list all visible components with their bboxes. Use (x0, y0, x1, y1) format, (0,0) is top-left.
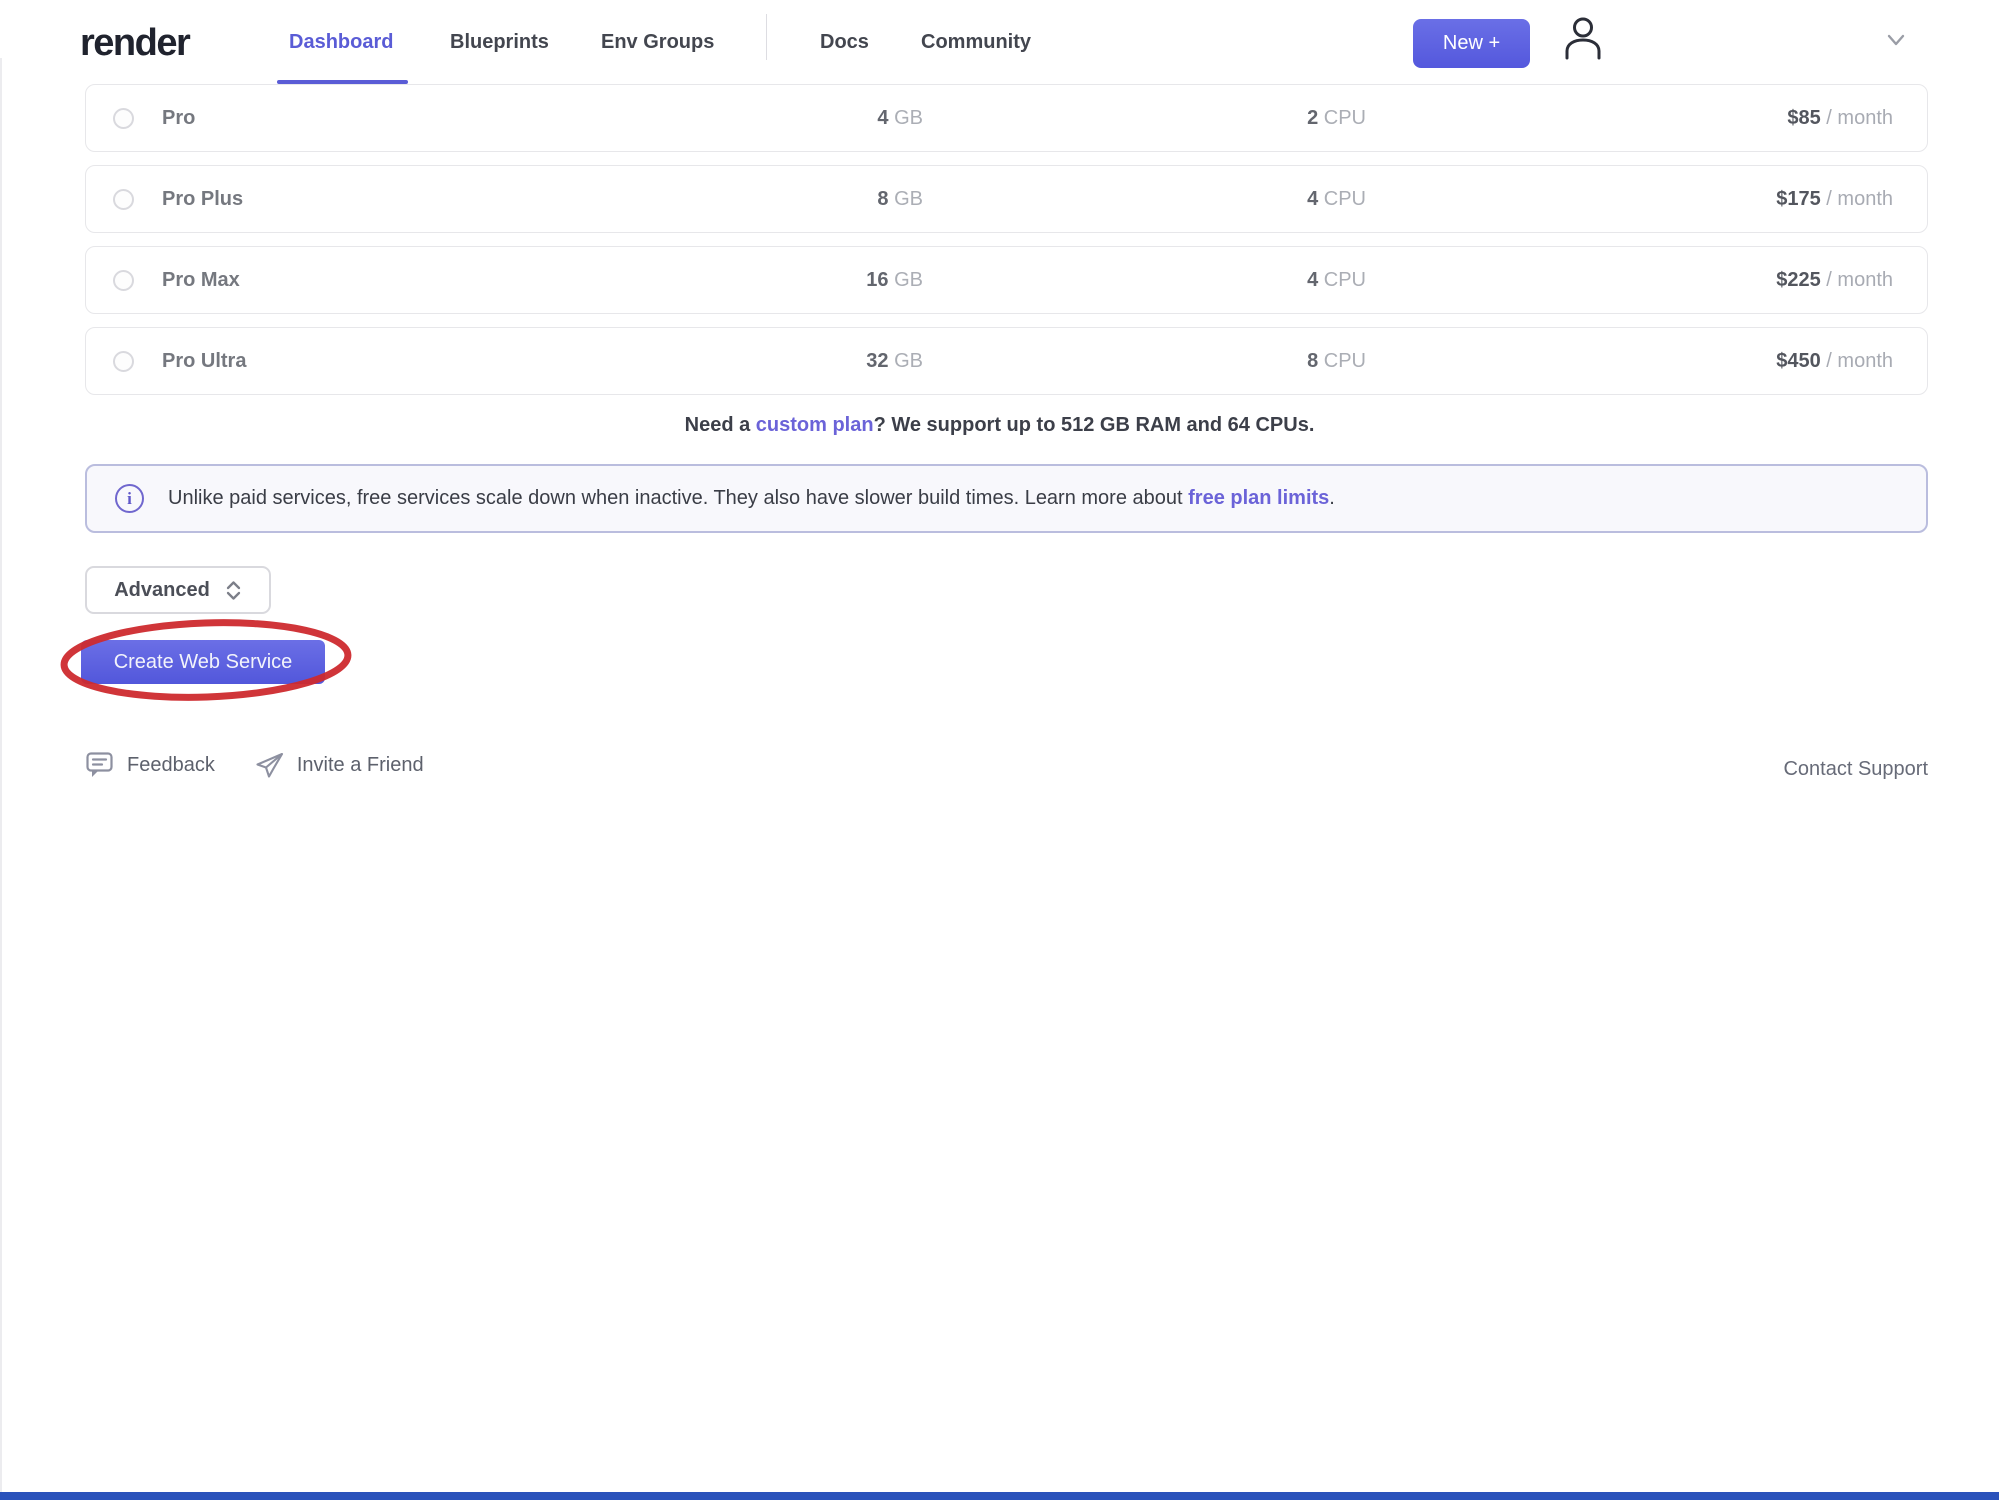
taskbar-edge (0, 1492, 1999, 1500)
nav-env-groups[interactable]: Env Groups (601, 31, 714, 54)
plan-cpu: 4 CPU (923, 269, 1366, 292)
plan-radio[interactable] (113, 108, 134, 129)
invite-friend-label: Invite a Friend (297, 754, 424, 777)
custom-plan-line: Need a custom plan? We support up to 512… (0, 414, 1999, 437)
advanced-label: Advanced (114, 579, 210, 602)
plan-memory: 16 GB (763, 269, 923, 292)
page: render Dashboard Blueprints Env Groups D… (0, 0, 1999, 1500)
plan-price: $450 / month (1366, 350, 1893, 373)
custom-plan-suffix: ? We support up to 512 GB RAM and 64 CPU… (874, 414, 1315, 436)
nav-dashboard[interactable]: Dashboard (289, 31, 393, 54)
plan-radio[interactable] (113, 270, 134, 291)
feedback-button[interactable]: Feedback (86, 752, 215, 779)
plan-price: $225 / month (1366, 269, 1893, 292)
custom-plan-prefix: Need a (685, 414, 756, 436)
plan-row-pro-ultra[interactable]: Pro Ultra 32 GB 8 CPU $450 / month (85, 327, 1928, 395)
paper-plane-icon (255, 752, 284, 779)
info-icon: i (115, 484, 144, 513)
custom-plan-link[interactable]: custom plan (756, 414, 874, 436)
new-button[interactable]: New + (1413, 19, 1530, 68)
plan-name: Pro Max (162, 269, 240, 292)
plan-row-pro[interactable]: Pro 4 GB 2 CPU $85 / month (85, 84, 1928, 152)
plan-name: Pro Ultra (162, 350, 246, 373)
plan-row-pro-plus[interactable]: Pro Plus 8 GB 4 CPU $175 / month (85, 165, 1928, 233)
nav-divider (766, 14, 767, 60)
notice-text: Unlike paid services, free services scal… (168, 487, 1335, 510)
plan-price: $175 / month (1366, 188, 1893, 211)
plan-radio[interactable] (113, 351, 134, 372)
window-left-edge (0, 58, 2, 1500)
plan-memory: 32 GB (763, 350, 923, 373)
free-plan-notice: i Unlike paid services, free services sc… (85, 464, 1928, 533)
plan-price: $85 / month (1366, 107, 1893, 130)
invite-friend-button[interactable]: Invite a Friend (255, 752, 424, 779)
plan-memory: 8 GB (763, 188, 923, 211)
nav-docs[interactable]: Docs (820, 31, 869, 54)
plan-memory: 4 GB (763, 107, 923, 130)
render-logo: render (80, 22, 189, 65)
contact-support-link[interactable]: Contact Support (1783, 758, 1928, 781)
user-account-icon[interactable] (1562, 15, 1604, 61)
feedback-label: Feedback (127, 754, 215, 777)
plan-name: Pro (162, 107, 195, 130)
nav-community[interactable]: Community (921, 31, 1031, 54)
create-web-service-button[interactable]: Create Web Service (81, 640, 325, 684)
advanced-toggle[interactable]: Advanced (85, 566, 271, 614)
plan-row-pro-max[interactable]: Pro Max 16 GB 4 CPU $225 / month (85, 246, 1928, 314)
chevron-down-icon[interactable] (1886, 33, 1906, 47)
nav-blueprints[interactable]: Blueprints (450, 31, 549, 54)
plan-name: Pro Plus (162, 188, 243, 211)
free-plan-limits-link[interactable]: free plan limits (1188, 487, 1329, 509)
plan-cpu: 2 CPU (923, 107, 1366, 130)
expand-collapse-icon (225, 580, 242, 601)
feedback-chat-icon (86, 752, 114, 779)
plan-cpu: 4 CPU (923, 188, 1366, 211)
plan-radio[interactable] (113, 189, 134, 210)
footer-left: Feedback Invite a Friend (86, 752, 424, 779)
plan-cpu: 8 CPU (923, 350, 1366, 373)
